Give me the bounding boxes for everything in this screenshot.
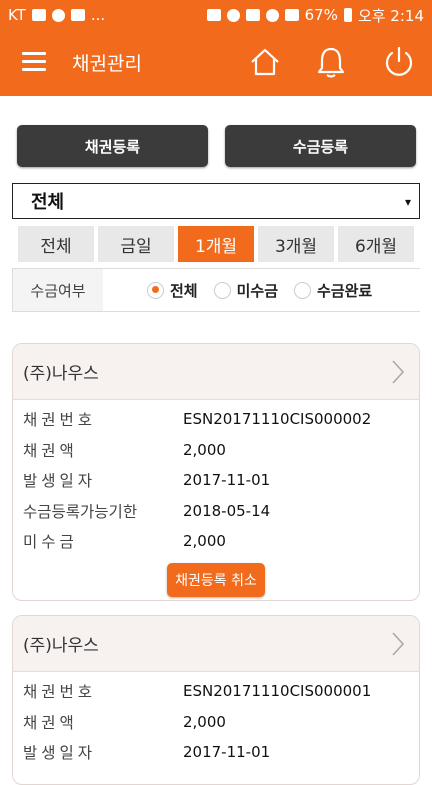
- category-select[interactable]: 전체 ▾: [12, 183, 420, 219]
- period-tabs: 전체 금일 1개월 3개월 6개월: [18, 226, 414, 262]
- menu-icon[interactable]: [22, 52, 46, 72]
- card-rows: 채권번호 ESN20171110CIS000001 채권액 2,000 발생일자…: [13, 672, 419, 768]
- period-tab-3month[interactable]: 3개월: [258, 226, 334, 262]
- app-header: 채권관리: [0, 30, 432, 96]
- company-name: (주)나우스: [23, 364, 99, 384]
- row-value: ESN20171110CIS000002: [183, 410, 372, 429]
- row-value: 2018-05-14: [183, 501, 271, 520]
- radio-option-unpaid[interactable]: 미수금: [213, 280, 279, 301]
- radio-button[interactable]: [294, 281, 312, 299]
- card-header[interactable]: (주)나우스: [13, 616, 419, 672]
- register-collection-button[interactable]: 수금등록: [225, 125, 416, 167]
- card-row: 미수금 2,000: [13, 526, 419, 557]
- row-label: 채권액: [23, 713, 78, 732]
- period-tab-today[interactable]: 금일: [98, 226, 174, 262]
- dropdown-arrow-icon: ▾: [404, 195, 411, 209]
- row-label: 채권번호: [23, 683, 97, 702]
- row-value: 2017-11-01: [183, 471, 271, 490]
- row-value: 2,000: [183, 532, 226, 551]
- hd-icon: [245, 9, 260, 21]
- filter-label: 수금여부: [30, 281, 86, 300]
- message-notification-icon: [51, 8, 65, 22]
- image-notification-icon: [31, 9, 46, 21]
- card-row: 발생일자 2017-11-01: [13, 737, 419, 768]
- card-row: 채권액 2,000: [13, 707, 419, 738]
- row-value: ESN20171110CIS000001: [183, 682, 372, 701]
- alarm-icon: [226, 8, 240, 22]
- row-label: 수금등록가능기한: [23, 502, 138, 521]
- radio-label: 전체: [170, 281, 198, 300]
- register-claim-button[interactable]: 채권등록: [17, 125, 208, 167]
- more-notifications-dots: ...: [90, 6, 106, 24]
- card-row: 채권번호 ESN20171110CIS000002: [13, 404, 419, 435]
- battery-icon: [343, 8, 352, 22]
- signal-icon: [284, 9, 299, 21]
- cancel-registration-button[interactable]: 채권등록 취소: [167, 562, 265, 597]
- wifi-icon: [265, 8, 279, 22]
- bell-icon[interactable]: [314, 45, 348, 79]
- row-label: 발생일자: [23, 744, 97, 763]
- collection-status-filter: 수금여부 전체 미수금 수금완료: [12, 268, 421, 312]
- radio-button[interactable]: [213, 281, 231, 299]
- radio-label: 미수금: [236, 281, 279, 300]
- card-row: 발생일자 2017-11-01: [13, 465, 419, 496]
- radio-option-all[interactable]: 전체: [147, 280, 198, 301]
- status-bar: KT ... 67% 오후 2:14: [0, 0, 432, 30]
- row-label: 발생일자: [23, 472, 97, 491]
- chevron-right-icon: [392, 632, 405, 656]
- mute-icon: [206, 9, 221, 21]
- row-value: 2,000: [183, 440, 226, 459]
- chat-notification-icon: [70, 9, 85, 21]
- row-label: 채권액: [23, 441, 78, 460]
- clock: 오후 2:14: [357, 6, 424, 25]
- power-icon[interactable]: [382, 45, 416, 79]
- claim-card: (주)나우스 채권번호 ESN20171110CIS000001 채권액 2,0…: [12, 615, 420, 785]
- select-value: 전체: [31, 192, 65, 213]
- row-label: 채권번호: [23, 411, 97, 430]
- card-rows: 채권번호 ESN20171110CIS000002 채권액 2,000 발생일자…: [13, 400, 419, 557]
- company-name: (주)나우스: [23, 636, 99, 656]
- card-row: 채권번호 ESN20171110CIS000001: [13, 676, 419, 707]
- card-row: 채권액 2,000: [13, 435, 419, 466]
- period-tab-6month[interactable]: 6개월: [338, 226, 414, 262]
- carrier-label: KT: [8, 6, 26, 24]
- filter-options: 전체 미수금 수금완료: [103, 269, 421, 311]
- card-header[interactable]: (주)나우스: [13, 344, 419, 400]
- battery-percent: 67%: [304, 6, 338, 24]
- radio-label: 수금완료: [317, 281, 373, 300]
- period-tab-1month[interactable]: 1개월: [178, 226, 254, 262]
- row-value: 2,000: [183, 712, 226, 731]
- page-title: 채권관리: [72, 53, 142, 75]
- chevron-right-icon: [392, 360, 405, 384]
- radio-button[interactable]: [147, 281, 164, 299]
- row-label: 미수금: [23, 533, 78, 552]
- status-right: 67% 오후 2:14: [206, 5, 424, 26]
- radio-option-completed[interactable]: 수금완료: [294, 280, 372, 301]
- claim-card: (주)나우스 채권번호 ESN20171110CIS000002 채권액 2,0…: [12, 343, 420, 601]
- status-left: KT ...: [8, 6, 105, 24]
- period-tab-all[interactable]: 전체: [18, 226, 94, 262]
- card-row: 수금등록가능기한 2018-05-14: [13, 496, 419, 527]
- row-value: 2017-11-01: [183, 743, 271, 762]
- home-icon[interactable]: [248, 45, 282, 79]
